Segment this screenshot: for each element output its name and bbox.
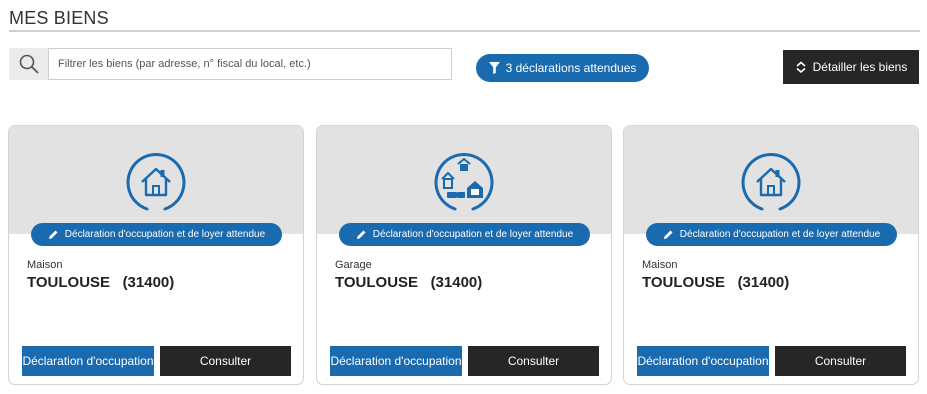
pending-declaration-badge: Déclaration d'occupation et de loyer att… bbox=[31, 223, 282, 246]
declaration-button[interactable]: Déclaration d'occupation bbox=[637, 346, 769, 376]
search-icon[interactable] bbox=[9, 48, 48, 80]
pencil-icon bbox=[356, 230, 366, 239]
consult-button[interactable]: Consulter bbox=[160, 346, 291, 376]
detail-label: Détailler les biens bbox=[812, 60, 908, 74]
property-type: Maison bbox=[642, 259, 678, 271]
consult-button[interactable]: Consulter bbox=[775, 346, 906, 376]
property-card: Déclaration d'occupation et de loyer att… bbox=[8, 125, 304, 385]
page-title: MES BIENS bbox=[9, 8, 109, 28]
badge-label: Déclaration d'occupation et de loyer att… bbox=[64, 229, 266, 240]
badge-label: Déclaration d'occupation et de loyer att… bbox=[372, 229, 574, 240]
property-type: Maison bbox=[27, 259, 63, 271]
pending-declarations-filter-button[interactable]: 3 déclarations attendues bbox=[476, 54, 649, 82]
badge-label: Déclaration d'occupation et de loyer att… bbox=[679, 229, 881, 240]
property-city: TOULOUSE (31400) bbox=[642, 274, 790, 291]
property-type: Garage bbox=[335, 259, 372, 271]
detail-properties-button[interactable]: Détailler les biens bbox=[783, 50, 919, 84]
expand-collapse-icon bbox=[796, 61, 806, 73]
multiple-properties-icon bbox=[434, 152, 494, 211]
card-header bbox=[624, 126, 918, 234]
declaration-button[interactable]: Déclaration d'occupation bbox=[330, 346, 462, 376]
filter-label: 3 déclarations attendues bbox=[505, 61, 637, 75]
property-city: TOULOUSE (31400) bbox=[335, 274, 483, 291]
card-header bbox=[9, 126, 303, 234]
property-card: Déclaration d'occupation et de loyer att… bbox=[316, 125, 612, 385]
pending-declaration-badge: Déclaration d'occupation et de loyer att… bbox=[646, 223, 897, 246]
funnel-icon bbox=[488, 62, 500, 74]
declaration-button[interactable]: Déclaration d'occupation bbox=[22, 346, 154, 376]
property-city: TOULOUSE (31400) bbox=[27, 274, 175, 291]
property-card: Déclaration d'occupation et de loyer att… bbox=[623, 125, 919, 385]
search-input[interactable] bbox=[48, 48, 452, 80]
search-bar bbox=[9, 48, 452, 80]
pencil-icon bbox=[663, 230, 673, 239]
consult-button[interactable]: Consulter bbox=[468, 346, 599, 376]
pending-declaration-badge: Déclaration d'occupation et de loyer att… bbox=[339, 223, 590, 246]
title-divider bbox=[9, 30, 920, 32]
house-icon bbox=[741, 152, 801, 211]
pencil-icon bbox=[48, 230, 58, 239]
card-header bbox=[317, 126, 611, 234]
house-icon bbox=[126, 152, 186, 211]
